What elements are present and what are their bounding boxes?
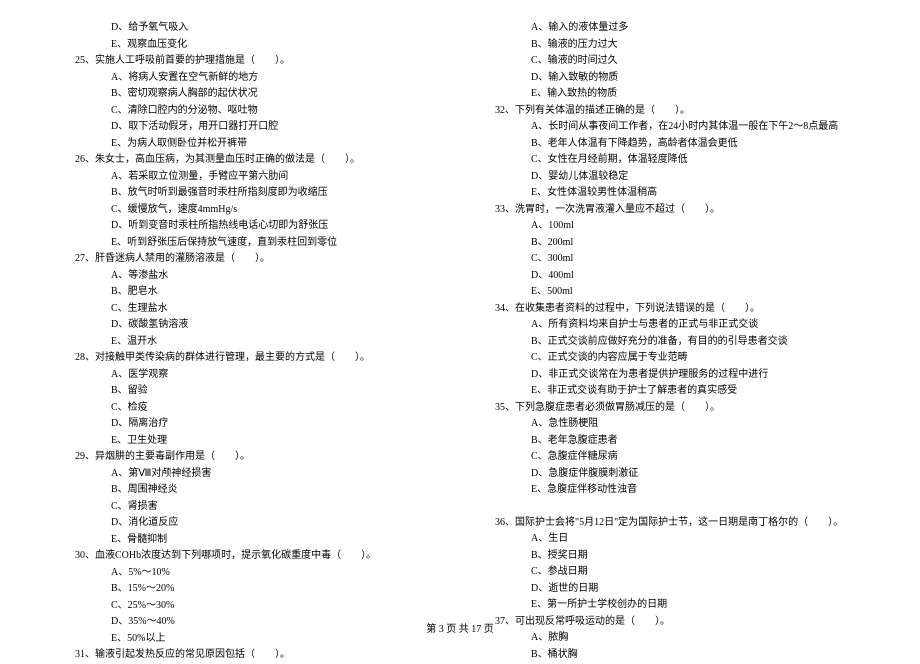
option: E、急腹症伴移动性浊音 [475, 482, 865, 499]
option: C、检疫 [55, 400, 445, 417]
left-column: D、给予氧气吸入 E、观察血压变化 25、实施人工呼吸前首要的护理措施是（ ）。… [55, 20, 445, 664]
option: B、输液的压力过大 [475, 37, 865, 54]
option: C、正式交谈的内容应属于专业范畴 [475, 350, 865, 367]
option: A、若采取立位测量，手臂应平第六肋间 [55, 169, 445, 186]
question-stem: 36、国际护士会将"5月12日"定为国际护士节，这一日期是南丁格尔的（ ）。 [475, 515, 865, 532]
question-stem: 25、实施人工呼吸前首要的护理措施是（ ）。 [55, 53, 445, 70]
option: D、给予氧气吸入 [55, 20, 445, 37]
option: C、肾损害 [55, 499, 445, 516]
option: E、听到舒张压后保持放气速度，直到汞柱回到零位 [55, 235, 445, 252]
option: A、输入的液体量过多 [475, 20, 865, 37]
option: D、消化道反应 [55, 515, 445, 532]
question-stem: 29、异烟肼的主要毒副作用是（ ）。 [55, 449, 445, 466]
option: A、5%～10% [55, 565, 445, 582]
question-stem: 33、洗胃时，一次洗胃液灌入量应不超过（ ）。 [475, 202, 865, 219]
option: D、婴幼儿体温较稳定 [475, 169, 865, 186]
option: D、400ml [475, 268, 865, 285]
option: D、碳酸氢钠溶液 [55, 317, 445, 334]
option: C、参战日期 [475, 564, 865, 581]
option: B、桶状胸 [475, 647, 865, 664]
option: D、隔离治疗 [55, 416, 445, 433]
question-stem: 31、输液引起发热反应的常见原因包括（ ）。 [55, 647, 445, 664]
option: B、放气时听到最强音时汞柱所指刻度即为收缩压 [55, 185, 445, 202]
option: B、肥皂水 [55, 284, 445, 301]
option: E、温开水 [55, 334, 445, 351]
option: E、非正式交谈有助于护士了解患者的真实感受 [475, 383, 865, 400]
option: B、老年人体温有下降趋势，高龄者体温会更低 [475, 136, 865, 153]
option: C、300ml [475, 251, 865, 268]
question-stem: 26、朱女士，高血压病，为其测量血压时正确的做法是（ ）。 [55, 152, 445, 169]
option: E、女性体温较男性体温稍高 [475, 185, 865, 202]
option: B、正式交谈前应做好充分的准备，有目的的引导患者交谈 [475, 334, 865, 351]
question-stem: 35、下列急腹症患者必须做胃肠减压的是（ ）。 [475, 400, 865, 417]
option: D、非正式交谈常在为患者提供护理服务的过程中进行 [475, 367, 865, 384]
question-stem: 34、在收集患者资料的过程中，下列说法错误的是（ ）。 [475, 301, 865, 318]
option: A、急性肠梗阻 [475, 416, 865, 433]
option: B、密切观察病人胸部的起伏状况 [55, 86, 445, 103]
option: E、为病人取侧卧位并松开裤带 [55, 136, 445, 153]
option: D、听到变音时汞柱所指热线电话心切即为舒张压 [55, 218, 445, 235]
option: A、生日 [475, 531, 865, 548]
option: E、输入致热的物质 [475, 86, 865, 103]
option: A、等渗盐水 [55, 268, 445, 285]
option: C、急腹症伴糖尿病 [475, 449, 865, 466]
option: B、老年急腹症患者 [475, 433, 865, 450]
option: C、缓慢放气，速度4mmHg/s [55, 202, 445, 219]
right-column: A、输入的液体量过多 B、输液的压力过大 C、输液的时间过久 D、输入致敏的物质… [475, 20, 865, 664]
question-stem: 27、肝昏迷病人禁用的灌肠溶液是（ ）。 [55, 251, 445, 268]
option: D、急腹症伴腹膜刺激征 [475, 466, 865, 483]
option: D、逝世的日期 [475, 581, 865, 598]
option: B、200ml [475, 235, 865, 252]
option: D、取下活动假牙，用开口器打开口腔 [55, 119, 445, 136]
option: C、输液的时间过久 [475, 53, 865, 70]
option: A、100ml [475, 218, 865, 235]
option: A、将病人安置在空气新鲜的地方 [55, 70, 445, 87]
question-stem: 30、血液COHb浓度达到下列哪项时，提示氧化碳重度中毒（ ）。 [55, 548, 445, 565]
option: E、第一所护士学校创办的日期 [475, 597, 865, 614]
option: D、输入致敏的物质 [475, 70, 865, 87]
option: E、骨髓抑制 [55, 532, 445, 549]
page-footer: 第 3 页 共 17 页 [0, 620, 920, 635]
option: C、25%～30% [55, 598, 445, 615]
question-stem: 28、对接触甲类传染病的群体进行管理，最主要的方式是（ ）。 [55, 350, 445, 367]
option: C、清除口腔内的分泌物、呕吐物 [55, 103, 445, 120]
option: A、所有资料均来自护士与患者的正式与非正式交谈 [475, 317, 865, 334]
option: B、周围神经炎 [55, 482, 445, 499]
question-stem: 32、下列有关体温的描述正确的是（ ）。 [475, 103, 865, 120]
option: B、留验 [55, 383, 445, 400]
option: C、生理盐水 [55, 301, 445, 318]
option: A、第Ⅷ对颅神经损害 [55, 466, 445, 483]
option: C、女性在月经前期，体温轻度降低 [475, 152, 865, 169]
option: E、观察血压变化 [55, 37, 445, 54]
option: E、卫生处理 [55, 433, 445, 450]
option: B、15%～20% [55, 581, 445, 598]
option: B、授奖日期 [475, 548, 865, 565]
option: A、医学观察 [55, 367, 445, 384]
option: E、500ml [475, 284, 865, 301]
option: A、长时间从事夜间工作者，在24小时内其体温一般在下午2～8点最高 [475, 119, 865, 136]
